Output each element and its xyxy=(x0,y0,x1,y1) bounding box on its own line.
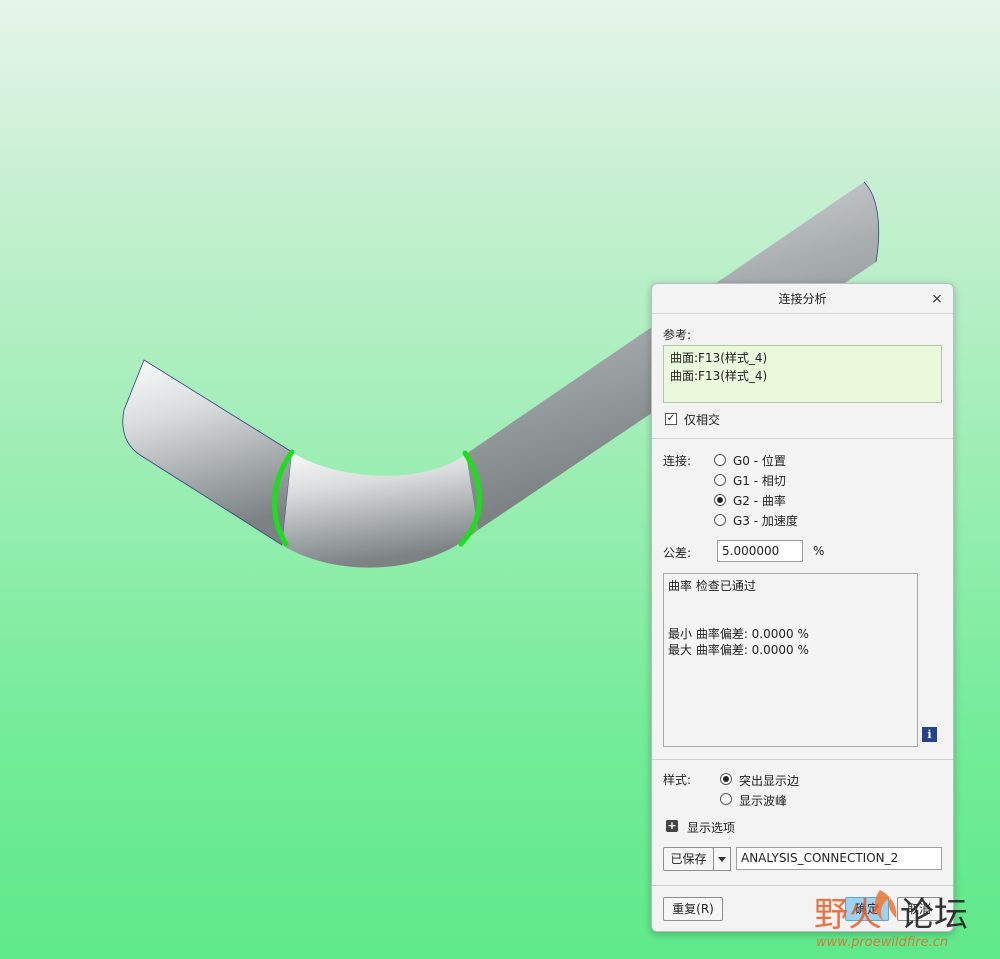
result-min-deviation: 最小 曲率偏差: 0.0000 % xyxy=(668,627,809,641)
intersect-only-label[interactable]: 仅相交 xyxy=(684,411,720,428)
display-options-label[interactable]: 显示选项 xyxy=(687,819,735,836)
close-icon[interactable]: × xyxy=(929,291,945,307)
reference-item[interactable]: 曲面:F13(样式_4) xyxy=(670,349,935,367)
reference-label: 参考: xyxy=(663,328,692,342)
option-g1-label[interactable]: G1 - 相切 xyxy=(733,472,786,489)
radio-g1[interactable] xyxy=(714,474,726,486)
radio-g2[interactable] xyxy=(714,494,726,506)
option-g3-label[interactable]: G3 - 加速度 xyxy=(733,512,798,529)
expand-plus-icon[interactable]: + xyxy=(666,820,678,832)
style-show-peak-label[interactable]: 显示波峰 xyxy=(739,792,787,809)
reference-list[interactable]: 曲面:F13(样式_4) 曲面:F13(样式_4) xyxy=(663,345,942,403)
result-max-deviation: 最大 曲率偏差: 0.0000 % xyxy=(668,643,809,657)
cancel-button[interactable]: 取消 xyxy=(897,897,941,921)
radio-g0[interactable] xyxy=(714,454,726,466)
result-status: 曲率 检查已通过 xyxy=(668,579,756,593)
connection-label: 连接: xyxy=(663,454,692,468)
style-label: 样式: xyxy=(663,773,692,787)
radio-show-peak[interactable] xyxy=(720,793,732,805)
divider xyxy=(652,759,953,760)
tolerance-unit: % xyxy=(813,544,825,558)
chevron-down-icon[interactable] xyxy=(713,847,731,871)
divider xyxy=(652,885,953,886)
connection-analysis-dialog: 连接分析 × 参考: 曲面:F13(样式_4) 曲面:F13(样式_4) ✓ 仅… xyxy=(651,283,954,932)
analysis-name-field[interactable]: ANALYSIS_CONNECTION_2 xyxy=(736,847,942,870)
tolerance-input[interactable]: 5.000000 xyxy=(717,540,803,562)
option-g2-label[interactable]: G2 - 曲率 xyxy=(733,492,786,509)
dialog-title[interactable]: 连接分析 xyxy=(652,284,953,314)
ok-button[interactable]: 确定 xyxy=(845,897,889,921)
info-icon[interactable]: i xyxy=(922,727,937,742)
style-highlight-edge-label[interactable]: 突出显示边 xyxy=(739,772,799,789)
intersect-only-checkbox[interactable]: ✓ xyxy=(665,413,677,425)
option-g0-label[interactable]: G0 - 位置 xyxy=(733,452,786,469)
analysis-results: 曲率 检查已通过 最小 曲率偏差: 0.0000 % 最大 曲率偏差: 0.00… xyxy=(663,573,918,747)
tolerance-label: 公差: xyxy=(663,546,692,560)
saved-dropdown-button[interactable]: 已保存 xyxy=(663,847,714,871)
repeat-button[interactable]: 重复(R) xyxy=(663,897,723,921)
reference-item[interactable]: 曲面:F13(样式_4) xyxy=(670,367,935,385)
radio-g3[interactable] xyxy=(714,514,726,526)
divider xyxy=(652,438,953,439)
radio-highlight-edge[interactable] xyxy=(720,773,732,785)
